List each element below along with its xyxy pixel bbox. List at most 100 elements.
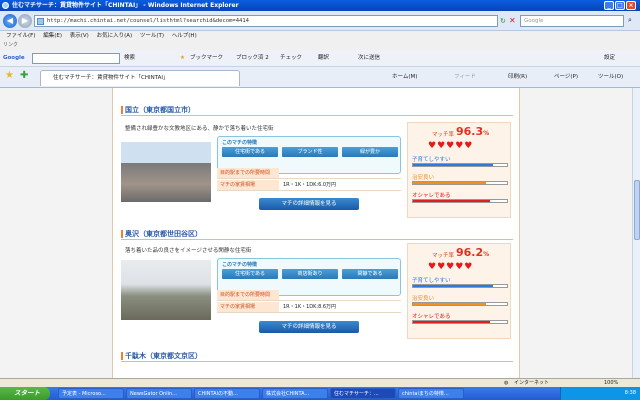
rent-row: マチの家賃相場 1R・1K・1DK:6.0万円 (217, 180, 401, 191)
window-title: 住むマチサーチ：賃貸物件サイト「CHINTAI」 - Windows Inter… (12, 2, 239, 9)
print-button[interactable]: 印刷(R) (508, 71, 527, 83)
translate-button[interactable]: 翻訳 (318, 50, 329, 67)
task-item[interactable]: 株式会社CHINTA... (262, 388, 328, 399)
commute-label: 目的駅までの所要時間 (217, 290, 279, 300)
stop-icon[interactable]: ✕ (509, 16, 516, 25)
address-toolbar: ◀ ▶ http://machi.chintai.net/counsel/lis… (0, 11, 640, 31)
area-description: 整備され緑豊かな文教地区にある、静かで落ち着いた住宅街 (125, 126, 274, 132)
childcare-bar (412, 284, 508, 288)
feature-tag[interactable]: ブランド性 (282, 147, 338, 157)
vertical-scrollbar[interactable] (632, 88, 640, 378)
status-bar: ◍ インターネット 100% (0, 378, 640, 387)
task-item[interactable]: chintaiまちの特徴... (398, 388, 464, 399)
commute-row: 目的駅までの所要時間 (217, 290, 401, 301)
bar-fill (413, 200, 491, 202)
close-button[interactable]: × (626, 1, 636, 10)
commute-label: 目的駅までの所要時間 (217, 168, 279, 178)
bar-label-stylish: オシャレである (412, 314, 451, 320)
feature-title: このマチの特徴 (222, 140, 258, 146)
tab-bar: ★ ✚ 住むマチサーチ：賃貸物件サイト「CHINTAI」 ホーム(M) フィード… (0, 67, 640, 88)
task-item[interactable]: 予定表 - Microso... (58, 388, 124, 399)
task-item[interactable]: NewsGator Onlin... (126, 388, 192, 399)
clock: 8:38 (624, 390, 636, 396)
google-logo: Google (3, 55, 25, 61)
bar-fill (413, 285, 493, 287)
bar-fill (413, 164, 493, 166)
tools-button[interactable]: ツール(O) (598, 71, 623, 83)
links-bar: リンク (0, 41, 640, 50)
system-tray: 8:38 (560, 387, 640, 400)
google-search-button[interactable]: 検索 (124, 50, 135, 67)
address-input[interactable]: http://machi.chintai.net/counsel/listhtm… (34, 15, 498, 27)
childcare-bar (412, 163, 508, 167)
menu-help[interactable]: ヘルプ(H) (172, 33, 197, 39)
detail-button[interactable]: マチの詳細情報を見る (259, 321, 359, 333)
commute-row: 目的駅までの所要時間 (217, 168, 401, 179)
feature-title: このマチの特徴 (222, 262, 258, 268)
add-favorites-icon[interactable]: ✚ (20, 70, 28, 81)
page-column: 国立（東京都国立市） 整備され緑豊かな文教地区にある、静かで落ち着いた住宅街 こ… (112, 88, 520, 378)
maximize-button[interactable]: □ (615, 1, 625, 10)
safety-bar (412, 302, 508, 306)
task-item[interactable]: CHINTAIの不動... (194, 388, 260, 399)
area-heading[interactable]: 千駄木（東京都文京区） (121, 350, 513, 362)
google-search-input[interactable] (32, 53, 120, 64)
area-photo (121, 260, 211, 320)
start-button[interactable]: スタート (0, 387, 50, 400)
bar-fill (413, 303, 487, 305)
match-panel: マッチ率 96.3% ♥♥♥♥♥ 子育てしやすい 治安良い オシャレである (407, 122, 511, 218)
menu-edit[interactable]: 編集(E) (43, 33, 62, 39)
tab-chintai[interactable]: 住むマチサーチ：賃貸物件サイト「CHINTAI」 (40, 70, 240, 86)
detail-button[interactable]: マチの詳細情報を見る (259, 198, 359, 210)
feature-tag[interactable]: 商店街あり (282, 269, 338, 279)
minimize-button[interactable]: _ (604, 1, 614, 10)
search-placeholder: Google (524, 18, 544, 24)
task-item[interactable]: 住むマチサーチ：... (330, 388, 396, 399)
scroll-thumb[interactable] (634, 180, 640, 240)
home-button[interactable]: ホーム(M) (392, 71, 417, 83)
tab-label: 住むマチサーチ：賃貸物件サイト「CHINTAI」 (53, 75, 169, 81)
feature-tag[interactable]: 緑が豊か (342, 147, 398, 157)
bookmarks-button[interactable]: ブックマーク (190, 50, 223, 67)
stylish-bar (412, 320, 508, 324)
window-titlebar: 住むマチサーチ：賃貸物件サイト「CHINTAI」 - Windows Inter… (0, 0, 640, 11)
menu-favorites[interactable]: お気に入り(A) (97, 33, 133, 39)
feature-tag[interactable]: 住宅街である (222, 269, 278, 279)
hearts-rating: ♥♥♥♥♥ (428, 141, 474, 151)
menu-file[interactable]: ファイル(F) (6, 33, 35, 39)
feeds-button[interactable]: フィード (454, 71, 476, 83)
forward-button[interactable]: ▶ (18, 14, 32, 28)
page-button[interactable]: ページ(P) (554, 71, 578, 83)
back-button[interactable]: ◀ (3, 14, 17, 28)
menu-tools[interactable]: ツール(T) (140, 33, 164, 39)
menu-bar: ファイル(F) 編集(E) 表示(V) お気に入り(A) ツール(T) ヘルプ(… (0, 31, 640, 41)
rent-value: 1R・1K・1DK:6.0万円 (283, 182, 337, 188)
send-button[interactable]: 次に送信 (358, 50, 380, 67)
bar-fill (413, 182, 487, 184)
feature-tag[interactable]: 住宅街である (222, 147, 278, 157)
links-label[interactable]: リンク (3, 42, 18, 48)
rent-label: マチの家賃相場 (217, 180, 279, 190)
star-icon: ★ (180, 55, 185, 61)
match-percent: 96.3% (456, 125, 490, 138)
match-percent: 96.2% (456, 246, 490, 259)
match-label: マッチ率 (432, 253, 455, 259)
safety-bar (412, 181, 508, 185)
search-input[interactable]: Google (520, 15, 624, 27)
bar-fill (413, 321, 491, 323)
rent-row: マチの家賃相場 1R・1K・1DK:8.6万円 (217, 302, 401, 313)
menu-view[interactable]: 表示(V) (70, 33, 89, 39)
area-description: 落ち着いた品の良さをイメージさせる閑静な住宅街 (125, 248, 252, 254)
check-button[interactable]: チェック (280, 50, 302, 67)
ie-icon (2, 2, 9, 9)
stylish-bar (412, 199, 508, 203)
hearts-rating: ♥♥♥♥♥ (428, 262, 474, 272)
search-icon[interactable]: ⌕ (628, 16, 632, 25)
popup-blocker[interactable]: ブロック済 2 (236, 50, 269, 67)
area-heading[interactable]: 国立（東京都国立市） (121, 104, 513, 116)
refresh-icon[interactable]: ↻ (500, 17, 506, 25)
favorites-star-icon[interactable]: ★ (5, 70, 14, 81)
settings-button[interactable]: 設定 (604, 50, 615, 67)
area-heading[interactable]: 奥沢（東京都世田谷区） (121, 228, 513, 240)
feature-tag[interactable]: 閑静である (342, 269, 398, 279)
